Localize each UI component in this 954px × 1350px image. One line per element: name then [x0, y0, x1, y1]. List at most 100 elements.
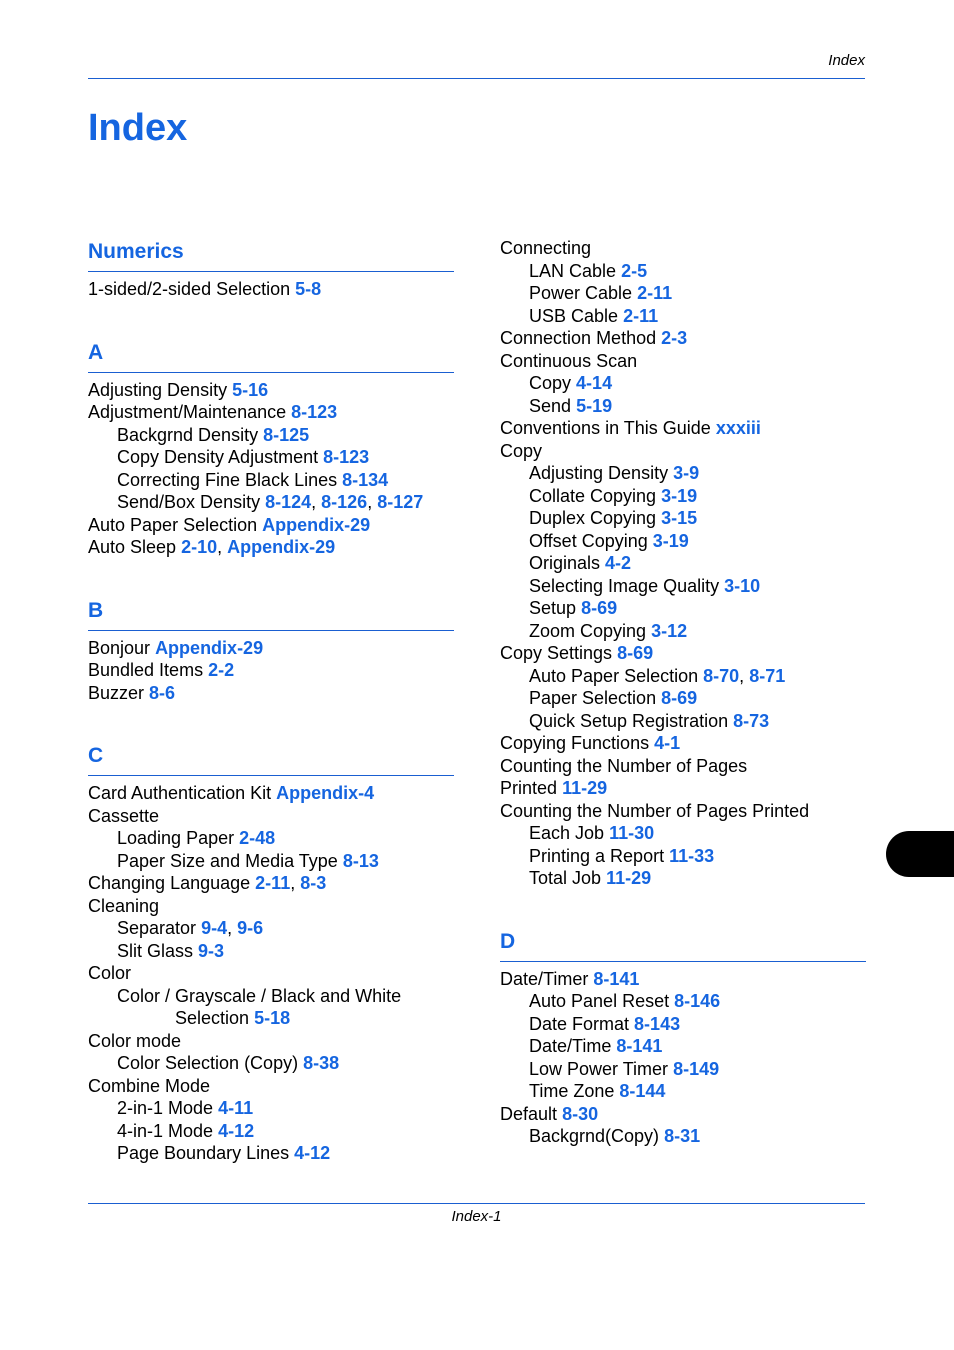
- index-subentry: Loading Paper 2-48: [88, 827, 454, 850]
- page-reference-link[interactable]: 2-3: [661, 328, 687, 348]
- page-reference-link[interactable]: 8-141: [616, 1036, 662, 1056]
- page-reference-link[interactable]: 8-71: [749, 666, 785, 686]
- entry-term: Loading Paper: [117, 828, 235, 848]
- page-reference-link[interactable]: 11-29: [606, 868, 651, 888]
- page-reference-link[interactable]: 2-48: [239, 828, 275, 848]
- page-reference-link[interactable]: xxxiii: [716, 418, 761, 438]
- page-reference-link[interactable]: 2-10: [181, 537, 217, 557]
- page-reference-link[interactable]: 8-13: [343, 851, 379, 871]
- section-heading: D: [500, 927, 866, 962]
- page-reference-link[interactable]: 3-9: [673, 463, 699, 483]
- index-entry: Card Authentication Kit Appendix-4: [88, 782, 454, 805]
- page-reference-link[interactable]: 8-70: [703, 666, 739, 686]
- page-reference-link[interactable]: 4-14: [576, 373, 612, 393]
- page-reference-link[interactable]: 8-123: [323, 447, 369, 467]
- page-reference-link[interactable]: 8-123: [291, 402, 337, 422]
- page-reference-link[interactable]: 11-33: [669, 846, 714, 866]
- index-section-a: A Adjusting Density 5-16 Adjustment/Mainte…: [88, 338, 454, 559]
- page-reference-link[interactable]: 4-1: [654, 733, 680, 753]
- page-reference-link[interactable]: 11-29: [562, 778, 607, 798]
- entry-term: Printing a Report: [529, 845, 665, 866]
- page-reference-link[interactable]: 8-69: [661, 688, 697, 708]
- entry-term: Paper Size and Media Type: [117, 850, 338, 871]
- page-reference-link[interactable]: 8-30: [562, 1104, 598, 1124]
- page-reference-link[interactable]: 3-10: [724, 576, 760, 596]
- page-reference-link[interactable]: 2-11: [255, 873, 290, 893]
- page-reference-link[interactable]: 3-19: [653, 531, 689, 551]
- page-reference-link[interactable]: 4-12: [294, 1143, 330, 1163]
- page-reference-link[interactable]: 8-146: [674, 991, 720, 1011]
- entry-term: Adjusting Density: [88, 379, 228, 400]
- index-subentry: Offset Copying 3-19: [500, 530, 866, 553]
- entry-term: 1-sided/2-sided Selection: [88, 279, 291, 299]
- page-reference-link[interactable]: 2-2: [208, 660, 234, 680]
- entry-term: Paper Selection: [529, 688, 657, 708]
- page-reference-link[interactable]: 8-149: [673, 1059, 719, 1079]
- index-subentry: Color Selection (Copy) 8-38: [88, 1052, 454, 1075]
- index-section-continued: Connecting LAN Cable 2-5 Power Cable 2-11 U…: [500, 237, 866, 890]
- page-reference-link[interactable]: 4-12: [218, 1121, 254, 1141]
- entry-term: Connection Method: [500, 328, 657, 348]
- page-reference-link[interactable]: 8-141: [593, 969, 639, 989]
- entry-term: Cassette: [88, 805, 160, 826]
- page-reference-link[interactable]: 8-3: [300, 873, 326, 893]
- page-reference-link[interactable]: 5-19: [576, 396, 612, 416]
- page-reference-link[interactable]: 8-143: [634, 1014, 680, 1034]
- page-reference-link[interactable]: 8-73: [733, 711, 769, 731]
- index-subentry: Duplex Copying 3-15: [500, 507, 866, 530]
- page-reference-link[interactable]: 5-8: [295, 279, 321, 299]
- page-reference-link[interactable]: 8-6: [149, 683, 175, 703]
- page-reference-link[interactable]: 4-11: [218, 1098, 253, 1118]
- index-subentry: Adjusting Density 3-9: [500, 462, 866, 485]
- page-reference-link[interactable]: 8-69: [581, 598, 617, 618]
- page-reference-link[interactable]: 8-144: [619, 1081, 665, 1101]
- page-title: Index: [88, 107, 188, 149]
- page-reference-link[interactable]: Appendix-29: [155, 638, 263, 658]
- page-reference-link[interactable]: 2-11: [623, 306, 658, 326]
- page-reference-link[interactable]: 8-127: [377, 492, 423, 512]
- page-reference-link[interactable]: 11-30: [609, 823, 654, 843]
- page-reference-link[interactable]: Appendix-29: [227, 537, 335, 557]
- page-reference-link[interactable]: 2-11: [637, 283, 672, 303]
- entry-term: Quick Setup Registration: [529, 710, 729, 731]
- entry-term: Copying Functions: [500, 733, 650, 753]
- index-subentry: Backgrnd Density 8-125: [88, 424, 454, 447]
- entry-term: Auto Paper Selection: [88, 514, 258, 535]
- page-reference-link[interactable]: Appendix-29: [262, 515, 370, 535]
- page-reference-link[interactable]: 8-38: [303, 1053, 339, 1073]
- entry-term: Counting the Number of Pages Printed: [500, 800, 810, 821]
- page-reference-link[interactable]: 5-16: [232, 380, 268, 400]
- page-reference-link[interactable]: Appendix-4: [276, 783, 374, 803]
- entry-term: Cleaning: [88, 895, 160, 916]
- page-reference-link[interactable]: 8-69: [617, 643, 653, 663]
- index-section-d: D Date/Timer 8-141 Auto Panel Reset 8-146 D…: [500, 927, 866, 1148]
- page-reference-link[interactable]: 9-6: [237, 918, 263, 938]
- index-entry: Color: [88, 962, 454, 985]
- page-reference-link[interactable]: 3-19: [661, 486, 697, 506]
- index-subentry: Low Power Timer 8-149: [500, 1058, 866, 1081]
- page-reference-link[interactable]: 4-2: [605, 553, 631, 573]
- entry-term: Date/Time: [529, 1036, 612, 1056]
- index-subentry: Color / Grayscale / Black and White: [88, 985, 454, 1008]
- page-reference-link[interactable]: 8-126: [321, 492, 367, 512]
- entry-term: Correcting Fine Black Lines: [117, 469, 338, 490]
- index-entry: Changing Language 2-11, 8-3: [88, 873, 327, 893]
- entry-term: Color / Grayscale / Black and White: [117, 985, 402, 1006]
- page-reference-link[interactable]: 2-5: [621, 261, 647, 281]
- page-reference-link[interactable]: 3-12: [651, 621, 687, 641]
- index-subentry: Separator 9-4, 9-6: [117, 918, 264, 938]
- entry-term: Adjustment/Maintenance: [88, 402, 287, 422]
- index-entry: Auto Sleep 2-10, Appendix-29: [88, 537, 336, 557]
- page-reference-link[interactable]: 5-18: [254, 1008, 290, 1028]
- page-reference-link[interactable]: 3-15: [661, 508, 697, 528]
- page-reference-link[interactable]: 9-3: [198, 941, 224, 961]
- page-reference-link[interactable]: 8-31: [664, 1126, 700, 1146]
- page-reference-link[interactable]: 8-124: [265, 492, 311, 512]
- entry-term: Counting the Number of Pages: [500, 755, 748, 776]
- page-reference-link[interactable]: 8-125: [263, 425, 309, 445]
- entry-term: Changing Language: [88, 873, 251, 893]
- page-reference-link[interactable]: 9-4: [201, 918, 227, 938]
- page-reference-link[interactable]: 8-134: [342, 470, 388, 490]
